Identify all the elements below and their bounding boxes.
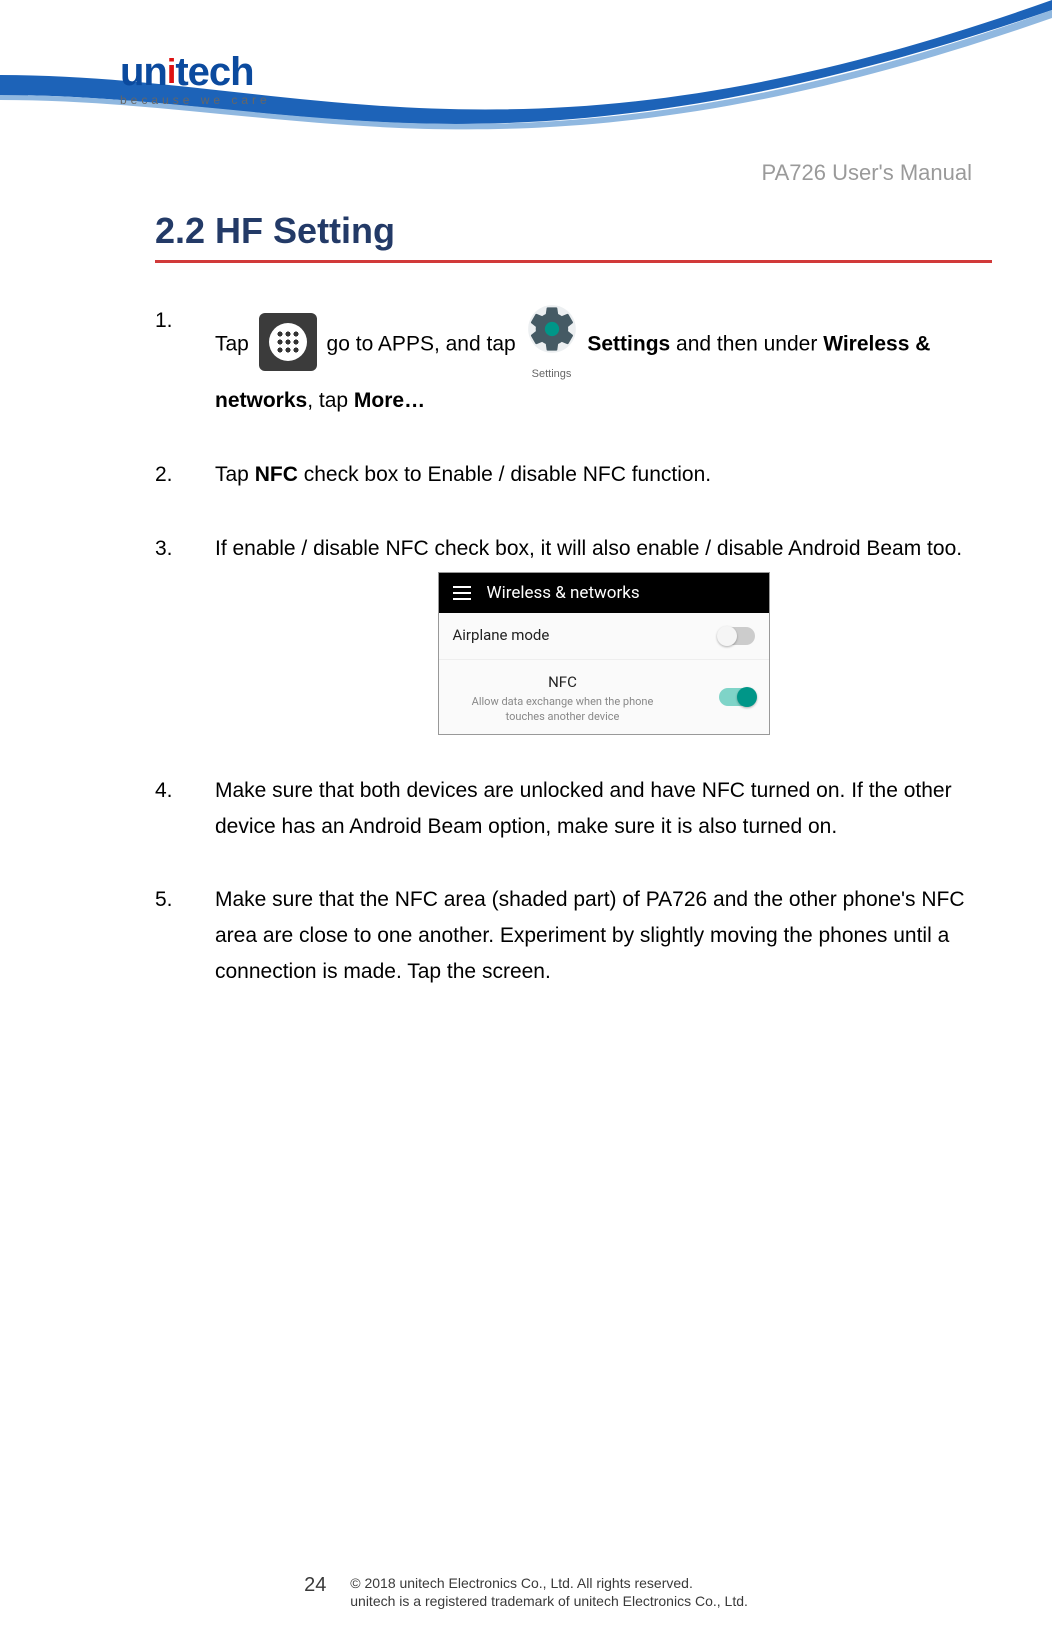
step-1-text-g: More… <box>354 389 425 412</box>
step-2-text-c: check box to Enable / disable NFC functi… <box>298 463 711 486</box>
brand-i: i <box>167 53 175 91</box>
nfc-row: NFC Allow data exchange when the phone t… <box>439 660 769 734</box>
step-1-text-a: Tap <box>215 333 249 356</box>
step-1-text-f: , tap <box>307 389 354 412</box>
section-rule <box>155 260 992 263</box>
settings-icon-label: Settings <box>526 365 578 384</box>
airplane-mode-row: Airplane mode <box>439 613 769 660</box>
step-2-text-b: NFC <box>255 463 298 486</box>
brand-suffix: tech <box>175 50 253 94</box>
copyright-line-1: © 2018 unitech Electronics Co., Ltd. All… <box>350 1575 693 1591</box>
copyright-line-2: unitech is a registered trademark of uni… <box>350 1593 748 1609</box>
brand-prefix: un <box>120 50 167 94</box>
step-3: 3. If enable / disable NFC check box, it… <box>155 531 992 735</box>
step-3-text: If enable / disable NFC check box, it wi… <box>215 537 962 560</box>
step-5-text: Make sure that the NFC area (shaded part… <box>215 888 965 982</box>
step-1-number: 1. <box>155 303 173 339</box>
step-3-number: 3. <box>155 531 173 567</box>
brand-tagline: because we care <box>120 93 271 107</box>
step-1-text-c: Settings <box>587 333 670 356</box>
page-number: 24 <box>304 1574 326 1597</box>
section-title: 2.2 HF Setting <box>155 210 992 252</box>
step-2-number: 2. <box>155 457 173 493</box>
brand-logo: unitech because we care <box>120 50 271 107</box>
step-5: 5. Make sure that the NFC area (shaded p… <box>155 882 992 989</box>
doc-title: PA726 User's Manual <box>762 160 972 186</box>
shot-appbar: Wireless & networks <box>439 573 769 613</box>
settings-icon: Settings <box>526 303 578 383</box>
shot-title: Wireless & networks <box>487 579 640 608</box>
nfc-toggle <box>719 688 755 706</box>
nfc-sublabel: Allow data exchange when the phone touch… <box>453 695 673 724</box>
step-2: 2. Tap NFC check box to Enable / disable… <box>155 457 992 493</box>
step-1: 1. Tap go to APPS, and tap Settings Sett… <box>155 303 992 419</box>
step-4: 4. Make sure that both devices are unloc… <box>155 773 992 844</box>
airplane-mode-toggle <box>719 627 755 645</box>
airplane-mode-label: Airplane mode <box>453 623 550 649</box>
content-area: 2.2 HF Setting 1. Tap go to APPS, and ta… <box>155 210 992 1027</box>
header-accent-bar <box>0 90 28 98</box>
step-1-text-d: and then under <box>670 333 823 356</box>
wireless-networks-screenshot: Wireless & networks Airplane mode NFC Al… <box>438 572 770 735</box>
page-footer: 24 © 2018 unitech Electronics Co., Ltd. … <box>0 1574 1052 1610</box>
hamburger-icon <box>453 586 471 600</box>
step-1-text-b: go to APPS, and tap <box>327 333 522 356</box>
step-4-number: 4. <box>155 773 173 809</box>
nfc-label: NFC <box>453 670 673 696</box>
step-5-number: 5. <box>155 882 173 918</box>
step-4-text: Make sure that both devices are unlocked… <box>215 779 952 838</box>
apps-icon <box>259 313 317 371</box>
step-2-text-a: Tap <box>215 463 255 486</box>
